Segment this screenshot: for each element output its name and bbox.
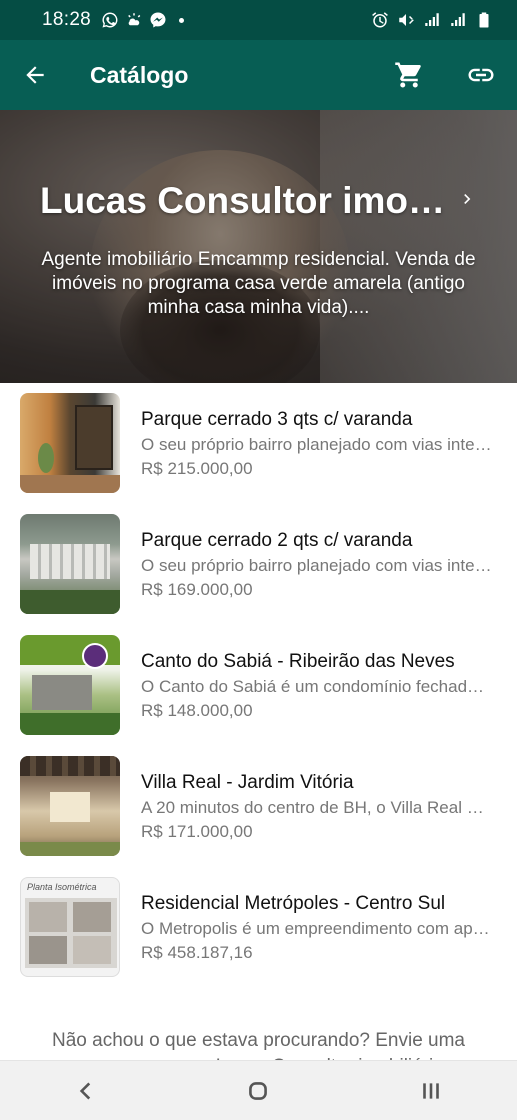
product-price: R$ 169.000,00 [141, 580, 253, 599]
product-info: Residencial Metrópoles - Centro Sul O Me… [141, 893, 493, 963]
product-description: O Metropolis é um empreendimento com apa… [141, 919, 493, 938]
signal-icon [423, 11, 441, 29]
battery-icon [475, 11, 493, 29]
product-item[interactable]: Planta Isométrica Residencial Metrópoles… [0, 867, 517, 988]
product-info: Villa Real - Jardim Vitória A 20 minutos… [141, 772, 493, 842]
cart-icon [395, 62, 421, 88]
recent-apps-icon [423, 1082, 439, 1099]
app-bar-actions [373, 40, 517, 110]
messenger-icon [149, 11, 167, 29]
product-info: Canto do Sabiá - Ribeirão das Neves O Ca… [141, 651, 493, 721]
whatsapp-icon [101, 11, 119, 29]
more-notifications-dot [179, 17, 185, 23]
nav-recents-button[interactable] [391, 1061, 471, 1120]
alarm-icon [371, 11, 389, 29]
product-name: Residencial Metrópoles - Centro Sul [141, 893, 446, 914]
product-item[interactable]: Parque cerrado 2 qts c/ varanda O seu pr… [0, 504, 517, 625]
chevron-left-icon [79, 1081, 91, 1100]
chevron-right-icon [457, 189, 477, 214]
thumbnail-caption: Planta Isométrica [27, 882, 97, 892]
4g-signal-icon [449, 11, 467, 29]
product-item[interactable]: Villa Real - Jardim Vitória A 20 minutos… [0, 746, 517, 867]
nav-back-button[interactable] [46, 1061, 126, 1120]
status-time: 18:28 [42, 9, 92, 30]
mute-icon [397, 11, 415, 29]
product-price: R$ 458.187,16 [141, 943, 253, 962]
business-header[interactable]: Lucas Consultor imo… Agente imobiliário … [0, 110, 517, 383]
nav-home-button[interactable] [218, 1061, 298, 1120]
product-item[interactable]: Canto do Sabiá - Ribeirão das Neves O Ca… [0, 625, 517, 746]
product-description: O seu próprio bairro planejado com vias … [141, 556, 493, 575]
share-link-button[interactable] [445, 40, 517, 110]
link-icon [468, 68, 494, 82]
product-description: O seu próprio bairro planejado com vias … [141, 435, 493, 454]
system-nav-bar [0, 1060, 517, 1120]
hero-overlay [0, 110, 517, 383]
product-info: Parque cerrado 3 qts c/ varanda O seu pr… [141, 409, 493, 479]
product-thumbnail: Planta Isométrica [20, 877, 120, 977]
product-info: Parque cerrado 2 qts c/ varanda O seu pr… [141, 530, 493, 600]
product-item[interactable]: Parque cerrado 3 qts c/ varanda O seu pr… [0, 383, 517, 504]
business-name-row[interactable]: Lucas Consultor imo… [0, 180, 517, 222]
product-description: O Canto do Sabiá é um condomínio fechado… [141, 677, 493, 696]
home-icon [249, 1081, 268, 1100]
product-name: Parque cerrado 2 qts c/ varanda [141, 530, 413, 551]
product-price: R$ 148.000,00 [141, 701, 253, 720]
product-name: Parque cerrado 3 qts c/ varanda [141, 409, 413, 430]
product-description: A 20 minutos do centro de BH, o Villa Re… [141, 798, 493, 817]
weather-icon [125, 11, 143, 29]
status-notification-icons [101, 11, 185, 29]
status-bar: 18:28 [0, 0, 517, 40]
product-name: Villa Real - Jardim Vitória [141, 772, 354, 793]
product-list: Parque cerrado 3 qts c/ varanda O seu pr… [0, 383, 517, 988]
cart-button[interactable] [373, 40, 445, 110]
back-button[interactable] [0, 40, 70, 110]
app-bar: Catálogo [0, 40, 517, 110]
status-system-icons [371, 11, 493, 29]
page-title: Catálogo [90, 61, 189, 88]
product-thumbnail [20, 756, 120, 856]
product-price: R$ 171.000,00 [141, 822, 253, 841]
product-thumbnail [20, 514, 120, 614]
product-price: R$ 215.000,00 [141, 459, 253, 478]
business-description: Agente imobiliário Emcammp residencial. … [41, 249, 476, 318]
product-thumbnail [20, 393, 120, 493]
product-thumbnail [20, 635, 120, 735]
arrow-back-icon [26, 66, 44, 84]
product-name: Canto do Sabiá - Ribeirão das Neves [141, 651, 455, 672]
business-name: Lucas Consultor imo… [40, 180, 445, 221]
